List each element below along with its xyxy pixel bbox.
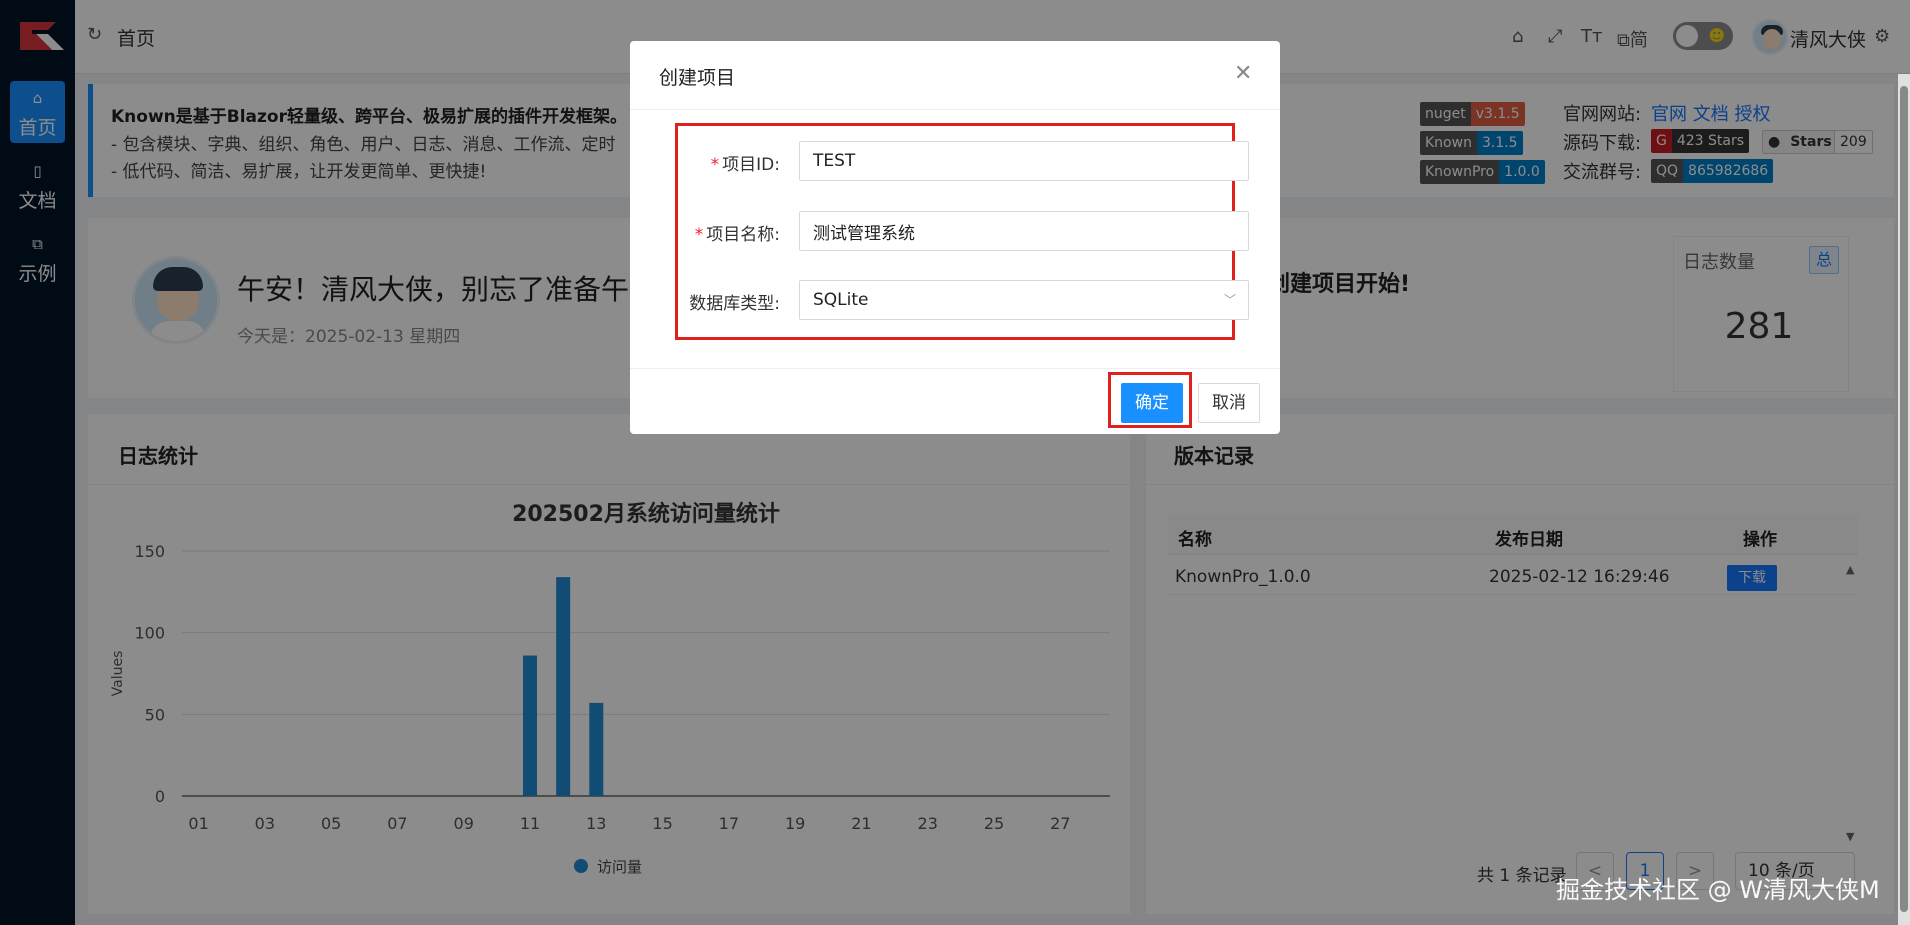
- required-mark: *: [694, 225, 704, 245]
- app-root: ⌂ 首页 ▯ 文档 ⧉ 示例 ↻ 首页 ⌂ ⤢ Tт ⧉简 ☻ 清风大侠 ⚙ K…: [0, 0, 1910, 925]
- project-id-input[interactable]: [799, 141, 1249, 181]
- close-icon[interactable]: ✕: [1234, 61, 1252, 86]
- create-project-dialog: 创建项目 ✕ *项目ID: *项目名称: 数据库类型: SQLite ﹀ 确定 …: [630, 41, 1280, 434]
- select-value: SQLite: [813, 290, 869, 310]
- cancel-button[interactable]: 取消: [1198, 383, 1260, 423]
- project-name-input[interactable]: [799, 211, 1249, 251]
- page-scrollbar[interactable]: [1898, 74, 1910, 925]
- chevron-down-icon: ﹀: [1223, 293, 1236, 307]
- watermark: 掘金技术社区 @ W清风大侠M: [1556, 876, 1880, 904]
- field-label: * 项目名称:: [650, 220, 780, 245]
- divider: [630, 368, 1280, 369]
- field-label-text: 项目名称:: [706, 225, 780, 245]
- scrollbar-thumb[interactable]: [1900, 86, 1908, 912]
- required-mark: *: [710, 155, 720, 175]
- ok-button[interactable]: 确定: [1121, 383, 1183, 423]
- field-label: * 项目ID:: [650, 150, 780, 175]
- field-label: 数据库类型:: [689, 294, 780, 314]
- field-label-text: 项目ID:: [722, 155, 780, 175]
- database-type-select[interactable]: SQLite ﹀: [799, 280, 1249, 320]
- divider: [630, 109, 1280, 110]
- dialog-title: 创建项目: [659, 67, 736, 89]
